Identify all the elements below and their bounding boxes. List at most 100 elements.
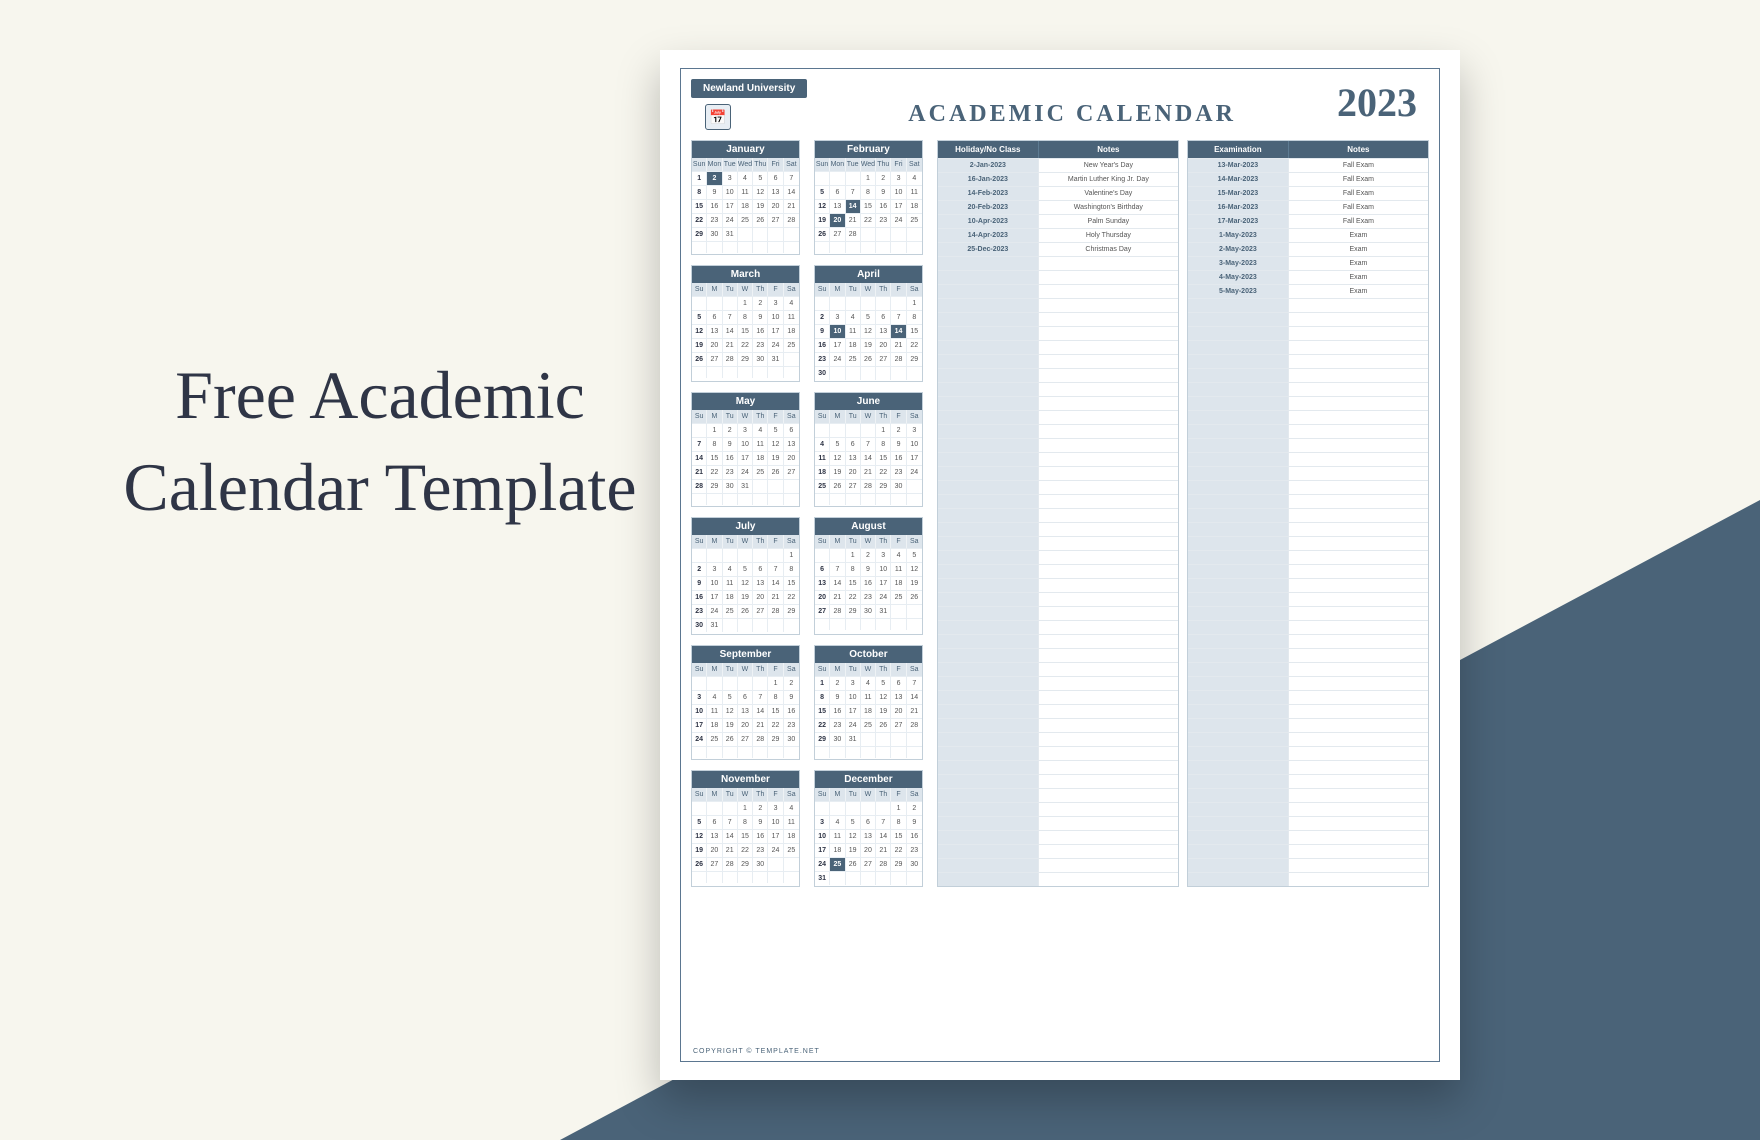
day-cell: 26 <box>753 213 768 227</box>
day-cell: 7 <box>846 185 861 199</box>
day-cell <box>768 227 783 241</box>
day-cell <box>768 493 783 505</box>
side-tables: Holiday/No ClassNotes2-Jan-2023New Year'… <box>937 140 1429 887</box>
day-cell: 4 <box>753 423 768 437</box>
day-cell: 10 <box>815 829 830 843</box>
date-cell <box>1188 719 1289 732</box>
date-cell: 14-Feb-2023 <box>938 187 1039 200</box>
day-cell: 27 <box>830 227 845 241</box>
dow-row: SuMTuWThFSa <box>692 283 799 296</box>
table-row: 2-Jan-2023New Year's Day <box>938 158 1178 172</box>
month-may: MaySuMTuWThFSa12345678910111213141516171… <box>691 392 800 507</box>
table-row <box>1188 564 1428 578</box>
note-cell <box>1039 439 1178 452</box>
note-cell <box>1289 425 1428 438</box>
dow-cell: W <box>738 283 753 296</box>
note-cell <box>1039 845 1178 858</box>
dow-cell: Tue <box>846 158 861 171</box>
day-cell: 31 <box>707 618 722 632</box>
day-cell: 23 <box>907 843 922 857</box>
table-row <box>938 606 1178 620</box>
date-cell <box>1188 453 1289 466</box>
note-cell <box>1039 579 1178 592</box>
day-cell: 29 <box>768 732 783 746</box>
day-cell: 25 <box>784 338 799 352</box>
date-cell <box>938 859 1039 872</box>
dow-cell: Su <box>692 788 707 801</box>
table-row <box>938 270 1178 284</box>
dow-cell: W <box>861 535 876 548</box>
day-cell: 26 <box>861 352 876 366</box>
date-cell <box>1188 313 1289 326</box>
day-cell: 22 <box>738 843 753 857</box>
day-cell: 18 <box>723 590 738 604</box>
table-row <box>938 648 1178 662</box>
note-cell <box>1289 873 1428 886</box>
note-cell <box>1039 257 1178 270</box>
day-cell: 1 <box>815 676 830 690</box>
date-cell <box>938 579 1039 592</box>
day-cell <box>768 746 783 758</box>
day-cell: 8 <box>692 185 707 199</box>
day-cell: 20 <box>707 843 722 857</box>
day-cell: 1 <box>876 423 891 437</box>
days-grid: 1234567891011121314151617181920212223242… <box>692 171 799 253</box>
day-cell: 14 <box>846 199 861 213</box>
month-august: AugustSuMTuWThFSa12345678910111213141516… <box>814 517 923 634</box>
day-cell: 5 <box>907 548 922 562</box>
note-cell <box>1289 327 1428 340</box>
dow-cell: Sa <box>784 535 799 548</box>
day-cell <box>738 493 753 505</box>
day-cell <box>692 676 707 690</box>
note-cell: Martin Luther King Jr. Day <box>1039 173 1178 186</box>
table-row <box>938 410 1178 424</box>
date-cell: 25-Dec-2023 <box>938 243 1039 256</box>
day-cell <box>846 618 861 630</box>
dow-cell: Sa <box>784 410 799 423</box>
day-cell <box>830 746 845 758</box>
day-cell: 12 <box>738 576 753 590</box>
day-cell <box>846 871 861 885</box>
day-cell: 30 <box>891 479 906 493</box>
note-cell <box>1039 551 1178 564</box>
day-cell: 11 <box>784 815 799 829</box>
day-cell: 16 <box>891 451 906 465</box>
dow-cell: Th <box>753 788 768 801</box>
month-name: August <box>815 518 922 535</box>
dow-cell: Sat <box>784 158 799 171</box>
day-cell: 28 <box>846 227 861 241</box>
note-cell: Valentine's Day <box>1039 187 1178 200</box>
date-cell <box>1188 509 1289 522</box>
day-cell: 23 <box>692 604 707 618</box>
dow-cell: Thu <box>876 158 891 171</box>
day-cell <box>692 241 707 253</box>
table-row <box>938 802 1178 816</box>
table-row <box>1188 634 1428 648</box>
month-name: October <box>815 646 922 663</box>
date-cell <box>1188 355 1289 368</box>
table-row <box>1188 452 1428 466</box>
month-name: March <box>692 266 799 283</box>
table-row <box>938 284 1178 298</box>
day-cell: 21 <box>753 718 768 732</box>
day-cell: 5 <box>846 815 861 829</box>
day-cell <box>768 548 783 562</box>
date-cell <box>938 495 1039 508</box>
day-cell: 4 <box>815 437 830 451</box>
table-header-cell: Examination <box>1188 141 1289 158</box>
day-cell: 7 <box>891 310 906 324</box>
day-cell: 23 <box>891 465 906 479</box>
day-cell: 15 <box>891 829 906 843</box>
table-row <box>1188 704 1428 718</box>
date-cell <box>938 481 1039 494</box>
day-cell <box>784 227 799 241</box>
day-cell: 24 <box>830 352 845 366</box>
dow-cell: M <box>830 663 845 676</box>
sheet-body: JanuarySunMonTueWedThuFriSat123456789101… <box>691 140 1429 887</box>
table-row <box>938 508 1178 522</box>
date-cell <box>1188 523 1289 536</box>
day-cell: 5 <box>876 676 891 690</box>
note-cell <box>1289 453 1428 466</box>
day-cell: 16 <box>753 324 768 338</box>
day-cell: 21 <box>876 843 891 857</box>
